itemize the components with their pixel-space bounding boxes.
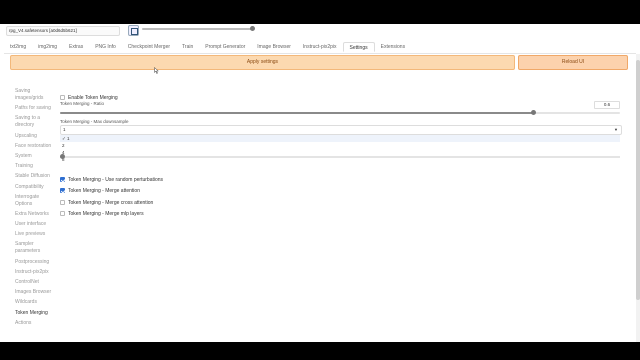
sidebar-item-interrogate[interactable]: Interrogate Options [15, 194, 55, 208]
checkpoint-select[interactable]: rpg_V4.safetensors [a0d6d5b621] [6, 26, 120, 36]
merge-attention-label: Token Merging - Merge attention [68, 187, 140, 194]
clip-skip-slider[interactable] [142, 28, 252, 30]
sidebar-item-user-interface[interactable]: User interface [15, 221, 55, 228]
ratio-slider[interactable] [60, 110, 620, 115]
tab-settings[interactable]: Settings [342, 42, 375, 52]
dropdown-option[interactable]: ✓ 1 [60, 135, 620, 142]
apply-settings-button[interactable]: Apply settings [10, 55, 515, 70]
sidebar-item-live-previews[interactable]: Live previews [15, 231, 55, 238]
merge-cross-attention-checkbox[interactable] [60, 200, 65, 205]
tab-img2img[interactable]: img2img [32, 42, 63, 52]
settings-sidebar: Saving images/grids Paths for saving Sav… [15, 88, 55, 330]
sidebar-item-upscaling[interactable]: Upscaling [15, 133, 55, 140]
dropdown-option[interactable]: 2 [60, 142, 620, 149]
tab-instruct-pix2pix[interactable]: Instruct-pix2pix [297, 42, 343, 52]
ratio-label: Token Merging - Ratio [60, 101, 105, 106]
tabs-divider [4, 53, 636, 54]
tab-extras[interactable]: Extras [63, 42, 89, 52]
random-perturbations-row[interactable]: Token Merging - Use random perturbations [60, 176, 163, 183]
sidebar-item-wildcards[interactable]: Wildcards [15, 299, 55, 306]
tab-txt2img[interactable]: txt2img [4, 42, 32, 52]
tab-train[interactable]: Train [176, 42, 199, 52]
sidebar-item-saving-directory[interactable]: Saving to a directory [15, 115, 55, 129]
sidebar-item-compatibility[interactable]: Compatibility [15, 184, 55, 191]
sidebar-item-system[interactable]: System [15, 153, 55, 160]
refresh-icon[interactable] [128, 25, 139, 36]
random-perturbations-checkbox[interactable] [60, 177, 65, 182]
merge-mlp-checkbox[interactable] [60, 211, 65, 216]
sidebar-item-extra-networks[interactable]: Extra Networks [15, 211, 55, 218]
sidebar-item-sampler-parameters[interactable]: Sampler parameters [15, 241, 55, 255]
sidebar-item-token-merging[interactable]: Token Merging [15, 310, 55, 317]
sidebar-item-images-browser[interactable]: Images Browser [15, 289, 55, 296]
hidden-slider-track [60, 156, 620, 158]
page-scrollbar-thumb[interactable] [636, 60, 640, 300]
merge-attention-checkbox[interactable] [60, 188, 65, 193]
enable-token-merging-checkbox[interactable] [60, 95, 65, 100]
sidebar-item-controlnet[interactable]: ControlNet [15, 279, 55, 286]
sidebar-item-postprocessing[interactable]: Postprocessing [15, 259, 55, 266]
model-row: rpg_V4.safetensors [a0d6d5b621] [4, 24, 634, 36]
reload-ui-button[interactable]: Reload UI [518, 55, 628, 70]
max-downsample-label: Token Merging - Max downsample [60, 119, 129, 124]
video-letterbox-bottom [0, 342, 640, 360]
enable-token-merging-label: Enable Token Merging [68, 94, 118, 101]
tab-image-browser[interactable]: Image Browser [251, 42, 297, 52]
ratio-value-input[interactable]: 0.6 [594, 101, 620, 109]
max-downsample-value: 1 [63, 127, 66, 132]
sidebar-item-actions[interactable]: Actions [15, 320, 55, 327]
ratio-slider-knob[interactable] [531, 110, 536, 115]
main-tabs: txt2img img2img Extras PNG Info Checkpoi… [4, 42, 411, 52]
tab-png-info[interactable]: PNG Info [89, 42, 122, 52]
enable-token-merging-row[interactable]: Enable Token Merging [60, 94, 118, 101]
merge-mlp-row[interactable]: Token Merging - Merge mlp layers [60, 210, 144, 217]
hidden-slider-knob[interactable] [60, 154, 65, 159]
random-perturbations-label: Token Merging - Use random perturbations [68, 176, 164, 183]
tab-checkpoint-merger[interactable]: Checkpoint Merger [122, 42, 176, 52]
dropdown-option-label: 1 [67, 136, 70, 141]
max-downsample-dropdown[interactable]: 1 ▼ [60, 125, 622, 135]
tab-prompt-generator[interactable]: Prompt Generator [199, 42, 251, 52]
chevron-down-icon: ▼ [614, 127, 618, 132]
sidebar-item-instruct-pix2pix[interactable]: Instruct-pix2pix [15, 269, 55, 276]
webui-app: rpg_V4.safetensors [a0d6d5b621] txt2img … [0, 24, 640, 342]
merge-mlp-label: Token Merging - Merge mlp layers [68, 210, 144, 217]
max-downsample-menu: ✓ 1 2 4 8 [60, 135, 620, 162]
sidebar-item-saving-images[interactable]: Saving images/grids [15, 88, 55, 102]
clip-skip-slider-knob[interactable] [250, 26, 255, 31]
sidebar-item-training[interactable]: Training [15, 163, 55, 170]
mouse-cursor-icon [154, 67, 159, 74]
dropdown-option[interactable]: 4 [60, 149, 620, 156]
merge-attention-row[interactable]: Token Merging - Merge attention [60, 187, 140, 194]
tab-extensions[interactable]: Extensions [375, 42, 411, 52]
sidebar-item-face-restoration[interactable]: Face restoration [15, 143, 55, 150]
merge-cross-attention-label: Token Merging - Merge cross attention [68, 199, 154, 206]
merge-cross-attention-row[interactable]: Token Merging - Merge cross attention [60, 199, 153, 206]
ratio-slider-fill [60, 112, 533, 114]
video-letterbox-top [0, 0, 640, 24]
sidebar-item-paths[interactable]: Paths for saving [15, 105, 55, 112]
sidebar-item-stable-diffusion[interactable]: Stable Diffusion [15, 173, 55, 180]
